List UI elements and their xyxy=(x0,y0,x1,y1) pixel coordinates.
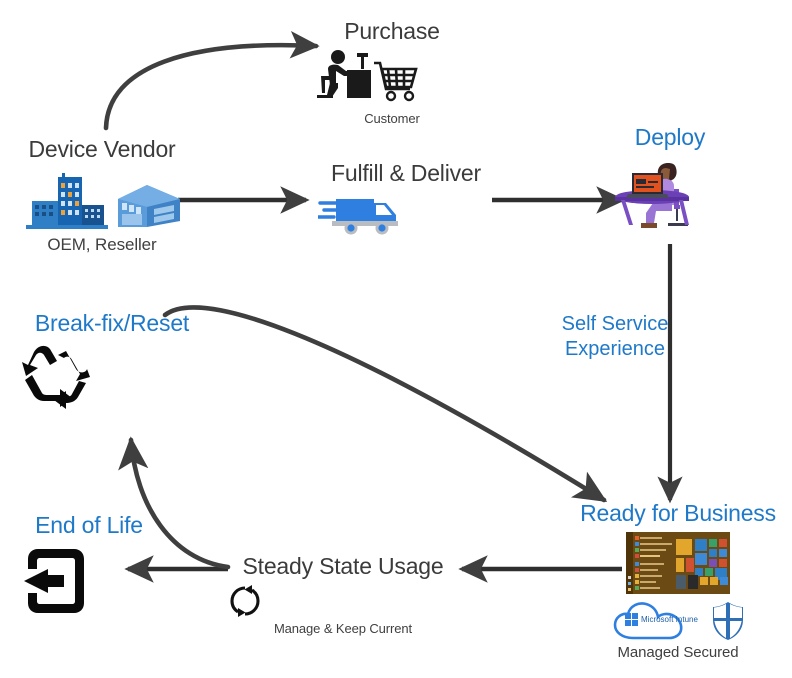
node-deploy: Deploy xyxy=(612,124,728,231)
intune-label: Microsoft Intune xyxy=(641,615,698,624)
refresh-sync-icon xyxy=(228,584,458,618)
microsoft-intune-cloud-icon: Microsoft Intune xyxy=(611,600,703,642)
node-purchase: Purchase Customer xyxy=(316,18,468,126)
diagram-canvas: Device Vendor OEM, Reseller Purchase Cus… xyxy=(0,0,792,678)
ready-sub-icons: Microsoft Intune xyxy=(564,600,792,642)
node-break-fix-reset: Break-fix/Reset xyxy=(22,310,202,409)
purchase-label: Purchase xyxy=(344,18,440,44)
windows-start-menu-icon xyxy=(626,532,730,594)
end-of-life-label: End of Life xyxy=(35,512,143,538)
steady-state-usage-caption: Manage & Keep Current xyxy=(273,621,413,636)
ready-for-business-caption: Managed Secured xyxy=(617,644,739,661)
self-service-line-1: Self Service xyxy=(561,313,669,335)
person-at-desk-laptop-icon xyxy=(612,153,728,231)
delivery-truck-icon xyxy=(318,191,494,235)
office-buildings-warehouse-icon xyxy=(14,169,190,231)
recycle-icon xyxy=(22,343,202,409)
steady-state-usage-label: Steady State Usage xyxy=(242,553,444,579)
node-end-of-life: End of Life xyxy=(16,512,162,617)
exit-arrow-icon xyxy=(16,545,162,617)
device-vendor-caption: OEM, Reseller xyxy=(47,235,157,254)
node-fulfill-deliver: Fulfill & Deliver xyxy=(318,160,494,235)
fulfill-deliver-label: Fulfill & Deliver xyxy=(331,160,481,186)
break-fix-reset-label: Break-fix/Reset xyxy=(34,310,190,336)
ready-for-business-label: Ready for Business xyxy=(580,500,776,526)
edge-label-self-service-experience: Self Service Experience xyxy=(540,312,690,362)
node-ready-for-business: Ready for Business Microsoft Intune Mana… xyxy=(564,500,792,661)
node-device-vendor: Device Vendor OEM, Reseller xyxy=(14,136,190,255)
security-shield-icon xyxy=(711,601,745,641)
customer-shopping-cart-icon xyxy=(316,49,468,105)
node-steady-state-usage: Steady State Usage Manage & Keep Current xyxy=(228,553,458,636)
deploy-label: Deploy xyxy=(634,124,706,150)
self-service-line-2: Experience xyxy=(564,338,666,360)
arrow-breakfix-to-ready xyxy=(162,305,608,503)
windows-logo-icon xyxy=(625,613,638,626)
device-vendor-label: Device Vendor xyxy=(28,136,176,162)
purchase-caption: Customer xyxy=(364,111,420,126)
arrow-vendor-to-purchase xyxy=(103,30,320,131)
